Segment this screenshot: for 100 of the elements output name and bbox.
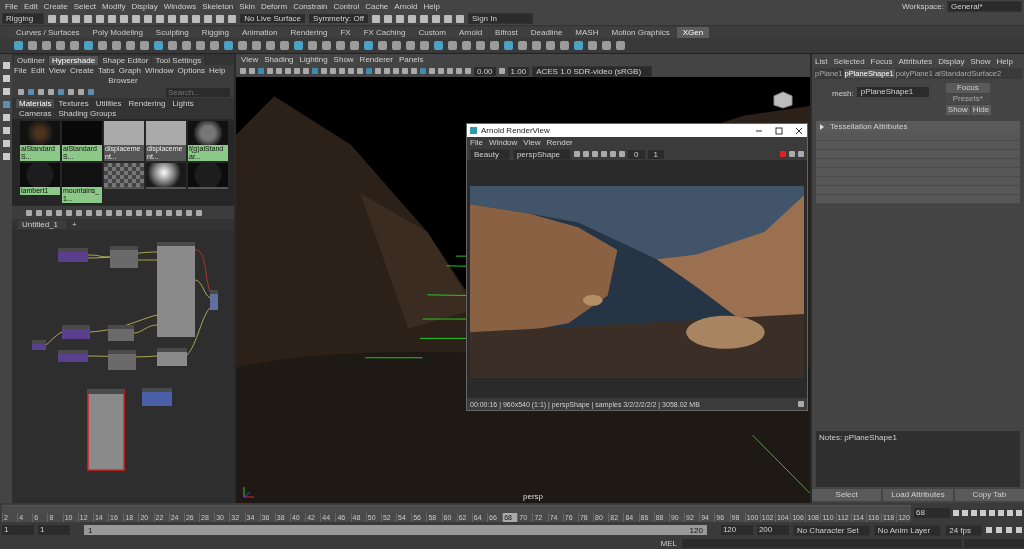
shader-node[interactable] [108, 350, 136, 370]
panel-tab[interactable]: Hypershade [49, 56, 99, 65]
menu-item[interactable]: View [238, 55, 262, 64]
menu-item[interactable]: Graph [116, 66, 144, 75]
menu-item[interactable]: View [520, 138, 544, 147]
menu-item[interactable]: Display [128, 1, 161, 11]
menu-item[interactable]: Renderer [356, 55, 396, 64]
material-swatch[interactable] [62, 121, 102, 145]
material-swatch[interactable] [20, 163, 60, 187]
shader-node[interactable] [157, 348, 187, 366]
material-swatch[interactable] [62, 163, 102, 187]
browser-tab[interactable]: Cameras [16, 109, 55, 118]
start-frame-field[interactable]: 1 [2, 525, 34, 535]
material-swatch[interactable] [20, 121, 60, 145]
menu-item[interactable]: Focus [867, 56, 896, 66]
shader-node[interactable] [58, 248, 88, 262]
search-field[interactable]: Search... [166, 87, 230, 97]
editor-button[interactable]: Copy Tab [954, 489, 1024, 501]
scroll-icon[interactable] [798, 401, 804, 407]
value-field[interactable]: 1 [647, 149, 664, 159]
shader-node[interactable] [110, 246, 138, 268]
menu-item[interactable]: Help [420, 1, 443, 11]
symmetry-field[interactable]: Symmetry: Off [309, 14, 369, 23]
menu-set-dropdown[interactable]: Rigging [2, 13, 45, 24]
menu-item[interactable]: File [2, 1, 21, 11]
aov-dropdown[interactable]: Beauty [470, 148, 510, 160]
playback-end-field[interactable]: 120 [720, 525, 753, 535]
menu-item[interactable]: Help [993, 56, 1016, 66]
hide-button[interactable]: Hide [970, 105, 992, 115]
section-header[interactable]: Tessellation Attributes [816, 121, 1020, 132]
shader-node[interactable] [32, 340, 46, 350]
menu-item[interactable]: Panels [395, 55, 427, 64]
material-swatch[interactable] [146, 121, 186, 145]
menu-item[interactable]: Control [330, 1, 363, 11]
panel-tab[interactable]: Tool Settings [152, 56, 205, 65]
panel-tab[interactable]: Outliner [14, 56, 48, 65]
shader-node[interactable] [87, 389, 125, 471]
script-language-label[interactable]: MEL [657, 538, 680, 548]
menu-item[interactable]: Constrain [290, 1, 331, 11]
shader-node[interactable] [58, 350, 88, 362]
focus-button[interactable]: Focus [945, 83, 990, 93]
menu-item[interactable]: Options [175, 66, 208, 75]
shader-node[interactable] [142, 388, 172, 406]
menu-item[interactable]: Create [67, 66, 96, 75]
close-icon[interactable] [795, 126, 803, 135]
menu-item[interactable]: Modify [98, 1, 129, 11]
menu-item[interactable]: Window [485, 138, 521, 147]
shader-node[interactable] [157, 242, 195, 337]
menu-item[interactable]: Display [935, 56, 968, 66]
sign-in-dropdown[interactable]: Sign In [468, 13, 534, 24]
presets-button[interactable]: Presets* [945, 94, 990, 104]
menu-item[interactable]: Tabs [95, 66, 117, 75]
menu-item[interactable]: File [467, 138, 486, 147]
end-frame-field[interactable]: 200 [756, 525, 789, 535]
menu-item[interactable]: View [46, 66, 68, 75]
view-transform-dropdown[interactable]: ACES 1.0 SDR-video (sRGB) [532, 65, 653, 77]
browser-tab[interactable]: Shading Groups [55, 109, 120, 118]
fps-dropdown[interactable]: 24 fps [945, 524, 982, 536]
shader-node[interactable] [210, 290, 218, 310]
menu-item[interactable]: Shading [261, 55, 297, 64]
node-name-field[interactable]: pPlaneShape1 [856, 87, 929, 97]
camera-dropdown[interactable]: perspShape [512, 148, 572, 160]
menu-item[interactable]: Skeleton [199, 1, 237, 11]
settings-icon[interactable] [798, 151, 804, 157]
browser-tab[interactable]: Lights [169, 99, 197, 108]
range-slider[interactable]: 1 120 [84, 525, 707, 535]
material-swatch[interactable] [146, 163, 186, 187]
maximize-icon[interactable] [775, 126, 783, 135]
menu-item[interactable]: Selected [830, 56, 868, 66]
material-swatch[interactable] [188, 121, 228, 145]
material-swatch[interactable] [188, 163, 228, 187]
value-field[interactable]: 0 [628, 149, 645, 159]
gamma-field[interactable]: 1.00 [507, 66, 530, 76]
editor-button[interactable]: Select [812, 489, 882, 501]
material-swatch[interactable] [104, 121, 144, 145]
material-swatch[interactable] [104, 163, 144, 187]
shader-node[interactable] [108, 325, 134, 341]
anim-layer-dropdown[interactable]: No Anim Layer [873, 524, 942, 536]
menu-item[interactable]: Show [967, 56, 994, 66]
add-tab-button[interactable]: + [68, 220, 81, 229]
shelf-tab[interactable]: XGen [676, 27, 710, 38]
show-button[interactable]: Show [945, 105, 970, 115]
panel-tab[interactable]: Shape Editor [99, 56, 152, 65]
menu-item[interactable]: Skin [236, 1, 258, 11]
browser-tab[interactable]: Materials [16, 99, 55, 108]
menu-item[interactable]: Window [143, 66, 176, 75]
menu-item[interactable]: Deform [257, 1, 291, 11]
browser-tab[interactable]: Utilities [92, 99, 125, 108]
browser-tab[interactable]: Textures [55, 99, 92, 108]
refresh-icon[interactable] [789, 151, 795, 157]
menu-item[interactable]: Select [70, 1, 99, 11]
editor-button[interactable]: Load Attributes [883, 489, 953, 501]
workspace-dropdown[interactable]: General* [947, 0, 1022, 12]
menu-item[interactable]: Windows [160, 1, 200, 11]
menu-item[interactable]: File [12, 66, 29, 75]
notes-field[interactable]: Notes: pPlaneShape1 [816, 431, 1020, 487]
menu-item[interactable]: Arnold [391, 1, 421, 11]
menu-item[interactable]: Edit [20, 1, 41, 11]
editor-tab[interactable]: Untitled_1 [18, 220, 67, 229]
menu-item[interactable]: Attributes [895, 56, 936, 66]
